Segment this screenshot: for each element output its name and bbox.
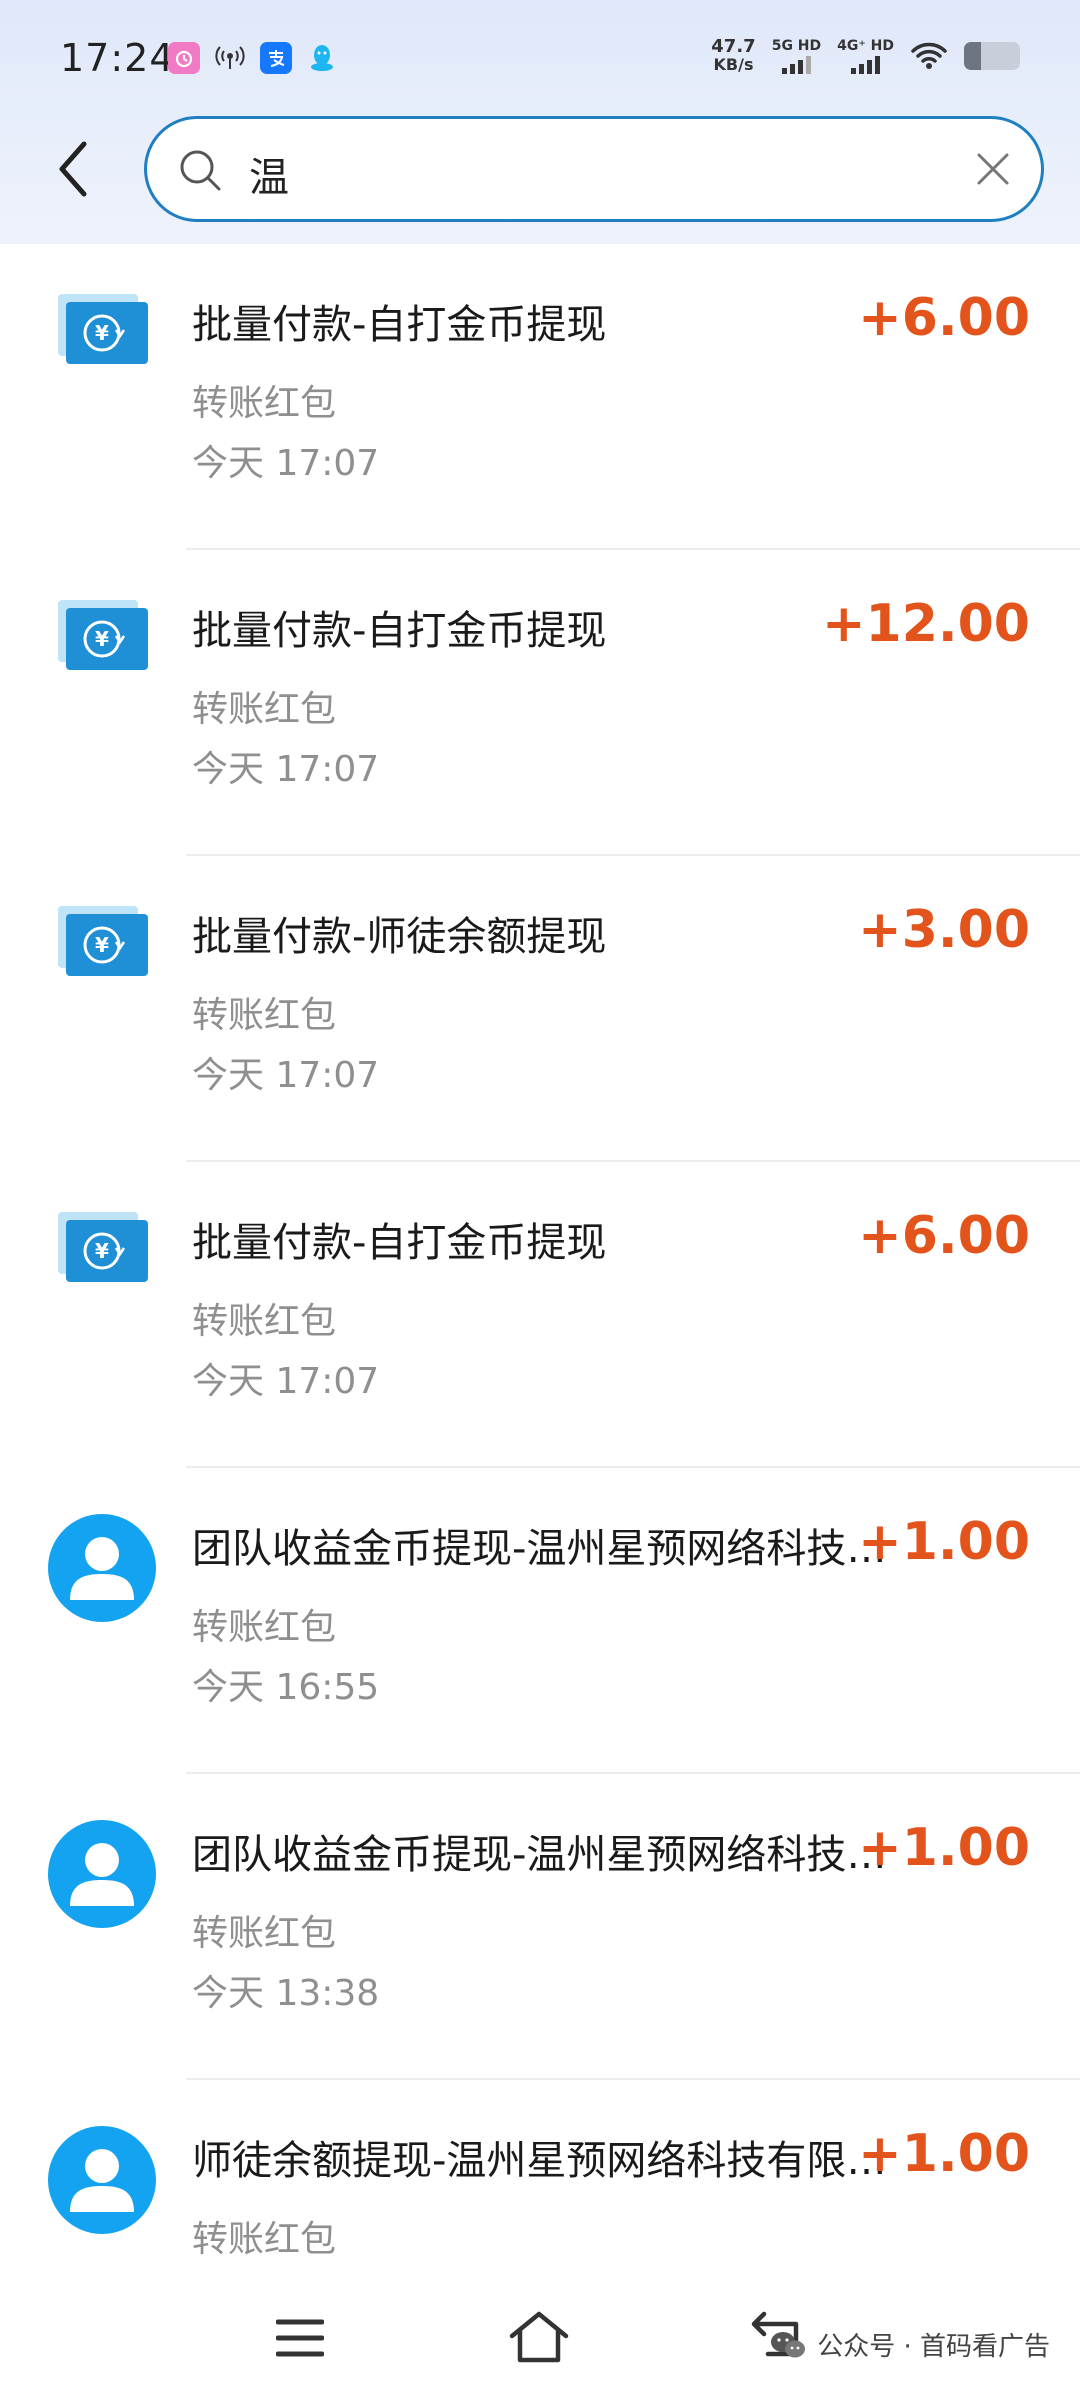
transaction-item[interactable]: 团队收益金币提现-温州星预网络科技有限公司 +1.00 转账红包 今天 13:3… xyxy=(0,1774,1080,2080)
battery-icon xyxy=(964,42,1020,70)
status-bar: 17:24 47.7 KB/s 5G HD 4G⁺ HD xyxy=(0,0,1080,120)
transaction-amount: +12.00 xyxy=(821,594,1030,654)
sim2-signal: 4G⁺ HD xyxy=(837,38,894,74)
alarm-icon xyxy=(168,42,200,74)
svg-text:¥: ¥ xyxy=(95,933,109,957)
sim2-label: 4G⁺ HD xyxy=(837,38,894,54)
home-icon[interactable] xyxy=(508,2310,570,2366)
transaction-title: 团队收益金币提现-温州星预网络科技有限公司 xyxy=(192,1526,888,1572)
transaction-amount: +6.00 xyxy=(858,1206,1030,1266)
transaction-time: 今天 17:07 xyxy=(192,749,380,790)
transaction-item[interactable]: ¥ 批量付款-自打金币提现 +6.00 转账红包 今天 17:07 xyxy=(0,1162,1080,1468)
transaction-title: 批量付款-自打金币提现 xyxy=(192,1220,607,1266)
search-query[interactable]: 温 xyxy=(249,145,289,203)
transaction-item[interactable]: ¥ 批量付款-自打金币提现 +12.00 转账红包 今天 17:07 xyxy=(0,550,1080,856)
alipay-icon xyxy=(260,42,292,74)
transaction-item[interactable]: ¥ 批量付款-自打金币提现 +6.00 转账红包 今天 17:07 xyxy=(0,244,1080,550)
transaction-type: 转账红包 xyxy=(192,995,337,1036)
svg-text:¥: ¥ xyxy=(95,627,109,651)
transaction-type: 转账红包 xyxy=(192,689,337,730)
transaction-time: 今天 17:07 xyxy=(192,443,380,484)
transaction-title: 师徒余额提现-温州星预网络科技有限公司 xyxy=(192,2138,888,2184)
watermark: 公众号 · 首码看广告 xyxy=(769,2326,1050,2363)
user-avatar-icon xyxy=(48,2126,156,2234)
transaction-title: 团队收益金币提现-温州星预网络科技有限公司 xyxy=(192,1832,888,1878)
transaction-amount: +1.00 xyxy=(858,1512,1030,1572)
transaction-time: 今天 17:07 xyxy=(192,1055,380,1096)
transaction-type: 转账红包 xyxy=(192,383,337,424)
menu-icon[interactable] xyxy=(276,2318,324,2358)
red-packet-icon: ¥ xyxy=(56,902,150,978)
clear-icon[interactable] xyxy=(973,149,1013,189)
svg-text:¥: ¥ xyxy=(95,321,109,345)
transaction-item[interactable]: ¥ 批量付款-师徒余额提现 +3.00 转账红包 今天 17:07 xyxy=(0,856,1080,1162)
transaction-title: 批量付款-自打金币提现 xyxy=(192,302,607,348)
transaction-time: 今天 13:38 xyxy=(192,1973,380,2014)
back-arrow-icon[interactable] xyxy=(40,134,110,204)
wifi-icon xyxy=(911,42,947,69)
user-avatar-icon xyxy=(48,1514,156,1622)
transaction-amount: +3.00 xyxy=(858,900,1030,960)
status-right: 47.7 KB/s 5G HD 4G⁺ HD xyxy=(711,38,1020,74)
hotspot-icon xyxy=(214,42,246,74)
transaction-title: 批量付款-师徒余额提现 xyxy=(192,914,607,960)
red-packet-icon: ¥ xyxy=(56,596,150,672)
transaction-item[interactable]: 团队收益金币提现-温州星预网络科技有限公司 +1.00 转账红包 今天 16:5… xyxy=(0,1468,1080,1774)
transaction-amount: +1.00 xyxy=(858,1818,1030,1878)
transaction-title: 批量付款-自打金币提现 xyxy=(192,608,607,654)
net-speed-value: 47.7 xyxy=(711,36,756,57)
notification-icons xyxy=(168,42,338,74)
transaction-type: 转账红包 xyxy=(192,1301,337,1342)
net-speed-unit: KB/s xyxy=(713,55,754,74)
transaction-time: 今天 17:07 xyxy=(192,1361,380,1402)
wechat-icon xyxy=(771,2331,806,2357)
user-avatar-icon xyxy=(48,1820,156,1928)
signal-bars-icon xyxy=(851,56,881,74)
transaction-type: 转账红包 xyxy=(192,1607,337,1648)
battery-fill xyxy=(964,42,981,70)
transaction-list: ¥ 批量付款-自打金币提现 +6.00 转账红包 今天 17:07 ¥ 批量付款… xyxy=(0,244,1080,2386)
transaction-amount: +1.00 xyxy=(858,2124,1030,2184)
qq-icon xyxy=(306,42,338,74)
transaction-amount: +6.00 xyxy=(858,288,1030,348)
search-icon xyxy=(180,150,221,191)
red-packet-icon: ¥ xyxy=(56,1208,150,1284)
header: 温 xyxy=(0,112,1080,232)
transaction-time: 今天 16:55 xyxy=(192,1667,380,1708)
top-area: 17:24 47.7 KB/s 5G HD 4G⁺ HD 温 xyxy=(0,0,1080,244)
signal-bars-icon xyxy=(781,56,811,74)
red-packet-icon: ¥ xyxy=(56,290,150,366)
watermark-text: 公众号 · 首码看广告 xyxy=(817,2332,1050,2362)
sim1-signal: 5G HD xyxy=(772,38,821,74)
transaction-type: 转账红包 xyxy=(192,1913,337,1954)
search-input[interactable]: 温 xyxy=(144,116,1044,222)
network-speed: 47.7 KB/s xyxy=(711,38,755,74)
svg-text:¥: ¥ xyxy=(95,1239,109,1263)
transaction-type: 转账红包 xyxy=(192,2219,337,2260)
sim1-label: 5G HD xyxy=(771,38,822,54)
status-time: 17:24 xyxy=(60,36,175,80)
